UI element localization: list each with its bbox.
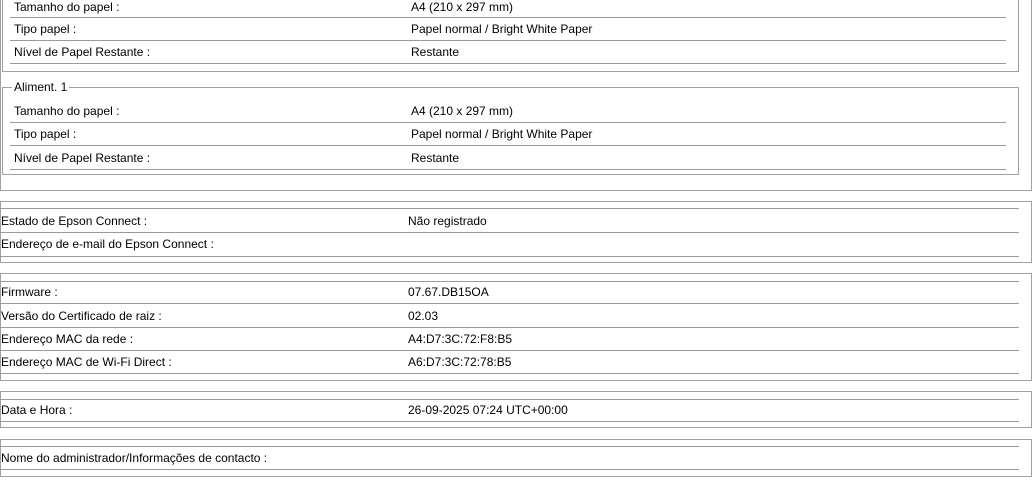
row-divider (0, 373, 1019, 374)
row-divider (0, 256, 1019, 257)
paper-size-label: Tamanho do papel : (14, 0, 120, 14)
row-divider (0, 350, 1019, 351)
row-divider (0, 303, 1019, 304)
row-divider (10, 17, 1006, 18)
row-divider (10, 145, 1006, 146)
row-divider (0, 399, 1019, 400)
network-mac-label: Endereço MAC da rede : (1, 332, 134, 346)
paper-level-value: Restante (411, 45, 460, 59)
root-cert-version-label: Versão do Certificado de raiz : (1, 309, 162, 323)
wifi-direct-mac-label: Endereço MAC de Wi-Fi Direct : (1, 355, 172, 369)
paper-level-label: Nível de Papel Restante : (14, 45, 151, 59)
row-divider (0, 327, 1019, 328)
paper-size-value: A4 (210 x 297 mm) (411, 0, 514, 14)
row-divider (0, 446, 1019, 447)
row-divider (0, 232, 1019, 233)
paper-type-label: Tipo papel : (14, 22, 77, 36)
paper-level-value: Restante (411, 151, 460, 165)
paper-size-value: A4 (210 x 297 mm) (411, 104, 514, 118)
row-divider (0, 469, 1019, 470)
epson-connect-status-value: Não registrado (408, 214, 487, 228)
row-divider (10, 122, 1006, 123)
row-divider (0, 281, 1019, 282)
admin-contact-label: Nome do administrador/Informações de con… (1, 451, 268, 465)
paper-type-label: Tipo papel : (14, 127, 77, 141)
datetime-value: 26-09-2025 07:24 UTC+00:00 (408, 403, 568, 417)
paper-type-value: Papel normal / Bright White Paper (411, 22, 593, 36)
datetime-label: Data e Hora : (1, 403, 73, 417)
epson-connect-email-label: Endereço de e-mail do Epson Connect : (1, 237, 214, 251)
tray-1-legend: Aliment. 1 (12, 80, 70, 94)
row-divider (10, 63, 1006, 64)
network-mac-value: A4:D7:3C:72:F8:B5 (408, 332, 513, 346)
row-divider (10, 169, 1006, 170)
wifi-direct-mac-value: A6:D7:3C:72:78:B5 (408, 355, 512, 369)
firmware-label: Firmware : (1, 285, 58, 299)
paper-type-value: Papel normal / Bright White Paper (411, 127, 593, 141)
root-cert-version-value: 02.03 (408, 309, 439, 323)
paper-size-label: Tamanho do papel : (14, 104, 120, 118)
row-divider (0, 421, 1019, 422)
paper-level-label: Nível de Papel Restante : (14, 151, 151, 165)
epson-connect-status-label: Estado de Epson Connect : (1, 214, 148, 228)
row-divider (0, 208, 1019, 209)
row-divider (10, 40, 1006, 41)
firmware-value: 07.67.DB15OA (408, 285, 489, 299)
